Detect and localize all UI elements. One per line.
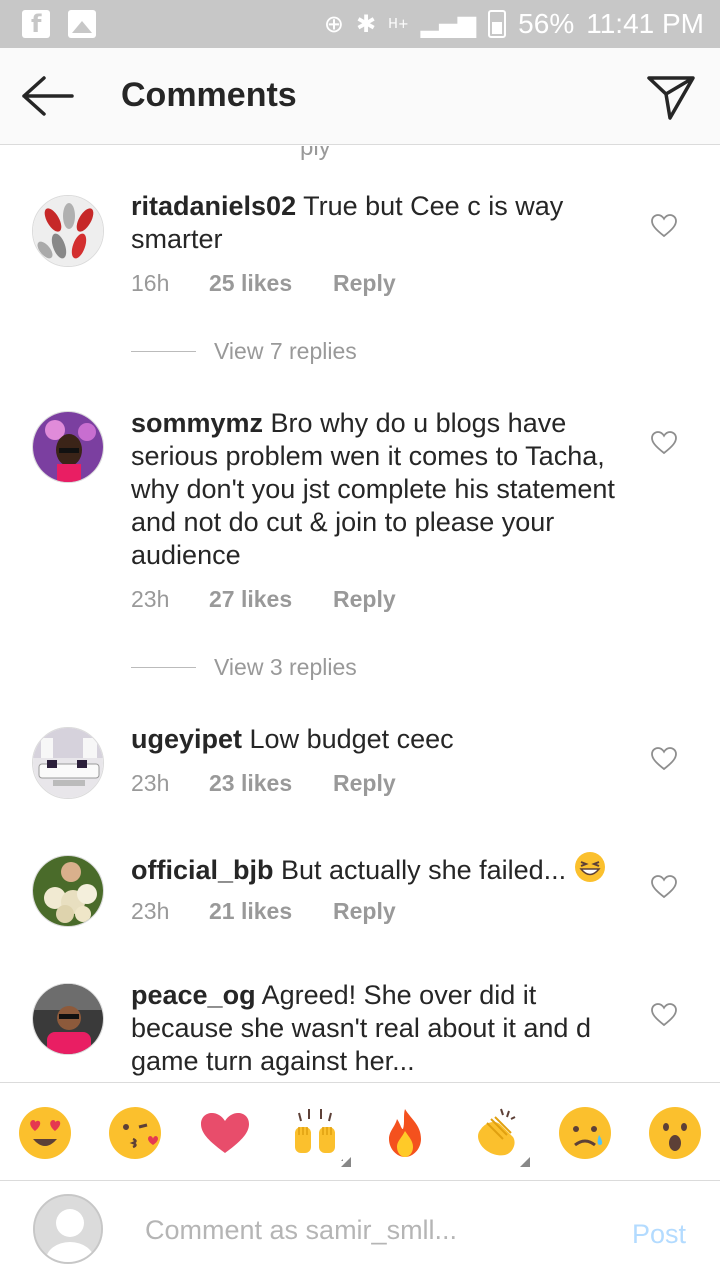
comment-text: ugeyipet Low budget ceec	[131, 723, 621, 756]
fire-emoji-button[interactable]	[377, 1105, 433, 1161]
signal-icon: ▂▄▆	[420, 10, 477, 38]
like-heart-icon[interactable]	[651, 431, 677, 455]
like-heart-icon[interactable]	[651, 1003, 677, 1027]
battery-icon	[488, 10, 507, 38]
view-replies-label: View 3 replies	[214, 654, 357, 680]
image-notification-icon	[68, 10, 96, 38]
back-arrow-icon[interactable]	[22, 74, 74, 118]
view-replies-label: View 7 replies	[214, 338, 357, 364]
comment-text: sommymz Bro why do u blogs have serious …	[131, 407, 621, 572]
direct-send-icon[interactable]	[646, 72, 696, 122]
comment-meta: 23h 23 likes Reply	[131, 770, 396, 797]
comment-likes[interactable]: 23 likes	[209, 770, 333, 797]
avatar[interactable]	[32, 855, 104, 927]
clipped-text-fragment: ply	[300, 146, 331, 161]
comment-text: ritadaniels02 True but Cee c is way smar…	[131, 190, 621, 256]
post-button[interactable]: Post	[632, 1219, 686, 1250]
status-bar: ⊕ ✱ H+ ▂▄▆ 56% 11:41 PM	[0, 0, 720, 48]
reply-button[interactable]: Reply	[333, 770, 396, 797]
data-saver-icon: ⊕	[323, 10, 345, 38]
like-heart-icon[interactable]	[651, 747, 677, 771]
raised-hands-variant-indicator	[341, 1157, 351, 1167]
comment-meta: 16h 25 likes Reply	[131, 270, 396, 297]
avatar[interactable]	[32, 195, 104, 267]
comment-message: Low budget ceec	[242, 724, 454, 754]
comment-username[interactable]: ugeyipet	[131, 724, 242, 754]
my-avatar	[33, 1194, 103, 1264]
kissing-heart-emoji-button[interactable]	[107, 1105, 163, 1161]
comment-text: peace_og Agreed! She over did it because…	[131, 979, 621, 1078]
clapping-hands-emoji-button[interactable]	[467, 1105, 523, 1161]
grinning-squint-emoji	[574, 852, 605, 882]
comment-time: 16h	[131, 270, 170, 296]
replies-divider	[131, 667, 196, 668]
comment-likes[interactable]: 21 likes	[209, 898, 333, 925]
replies-divider	[131, 351, 196, 352]
battery-percent: 56%	[518, 8, 575, 39]
comment-meta: 23h 27 likes Reply	[131, 586, 396, 613]
bluetooth-icon: ✱	[356, 10, 377, 38]
comment-time: 23h	[131, 770, 170, 796]
avatar[interactable]	[32, 983, 104, 1055]
comment-username[interactable]: peace_og	[131, 980, 256, 1010]
raised-hands-emoji-button[interactable]	[287, 1105, 343, 1161]
avatar[interactable]	[32, 411, 104, 483]
system-indicators: ⊕ ✱ H+ ▂▄▆ 56% 11:41 PM	[324, 8, 704, 40]
reply-button[interactable]: Reply	[333, 898, 396, 925]
like-heart-icon[interactable]	[651, 875, 677, 899]
comment-username[interactable]: ritadaniels02	[131, 191, 296, 221]
surprised-emoji-button[interactable]	[647, 1105, 703, 1161]
reply-button[interactable]: Reply	[333, 270, 396, 297]
reply-button[interactable]: Reply	[333, 586, 396, 613]
comment-text: official_bjb But actually she failed...	[131, 851, 621, 887]
comment-list[interactable]: ply ritadaniels02 True but Cee c is way …	[0, 146, 720, 1082]
heart-eyes-emoji-button[interactable]	[17, 1105, 73, 1161]
comment-message: But actually she failed...	[273, 855, 567, 885]
comment-likes[interactable]: 25 likes	[209, 270, 333, 297]
frowning-tear-emoji-button[interactable]	[557, 1105, 613, 1161]
view-replies-button[interactable]: View 3 replies	[131, 654, 357, 681]
clock: 11:41 PM	[586, 8, 704, 39]
view-replies-button[interactable]: View 7 replies	[131, 338, 357, 365]
clapping-hands-variant-indicator	[520, 1157, 530, 1167]
red-heart-emoji-button[interactable]	[197, 1105, 253, 1161]
facebook-notification-icon	[22, 10, 50, 38]
comment-time: 23h	[131, 586, 170, 612]
page-title: Comments	[121, 76, 297, 114]
like-heart-icon[interactable]	[651, 214, 677, 238]
network-type: H+	[388, 16, 409, 32]
notification-icons	[22, 10, 96, 38]
comment-input[interactable]: Comment as samir_smll...	[145, 1215, 457, 1246]
comment-username[interactable]: official_bjb	[131, 855, 274, 885]
avatar[interactable]	[32, 727, 104, 799]
comment-username[interactable]: sommymz	[131, 408, 263, 438]
emoji-quick-bar	[0, 1082, 720, 1180]
comment-likes[interactable]: 27 likes	[209, 586, 333, 613]
app-header: Comments	[0, 48, 720, 145]
comment-composer: Comment as samir_smll... Post	[0, 1180, 720, 1280]
comment-meta: 23h 21 likes Reply	[131, 898, 396, 925]
comment-time: 23h	[131, 898, 170, 924]
